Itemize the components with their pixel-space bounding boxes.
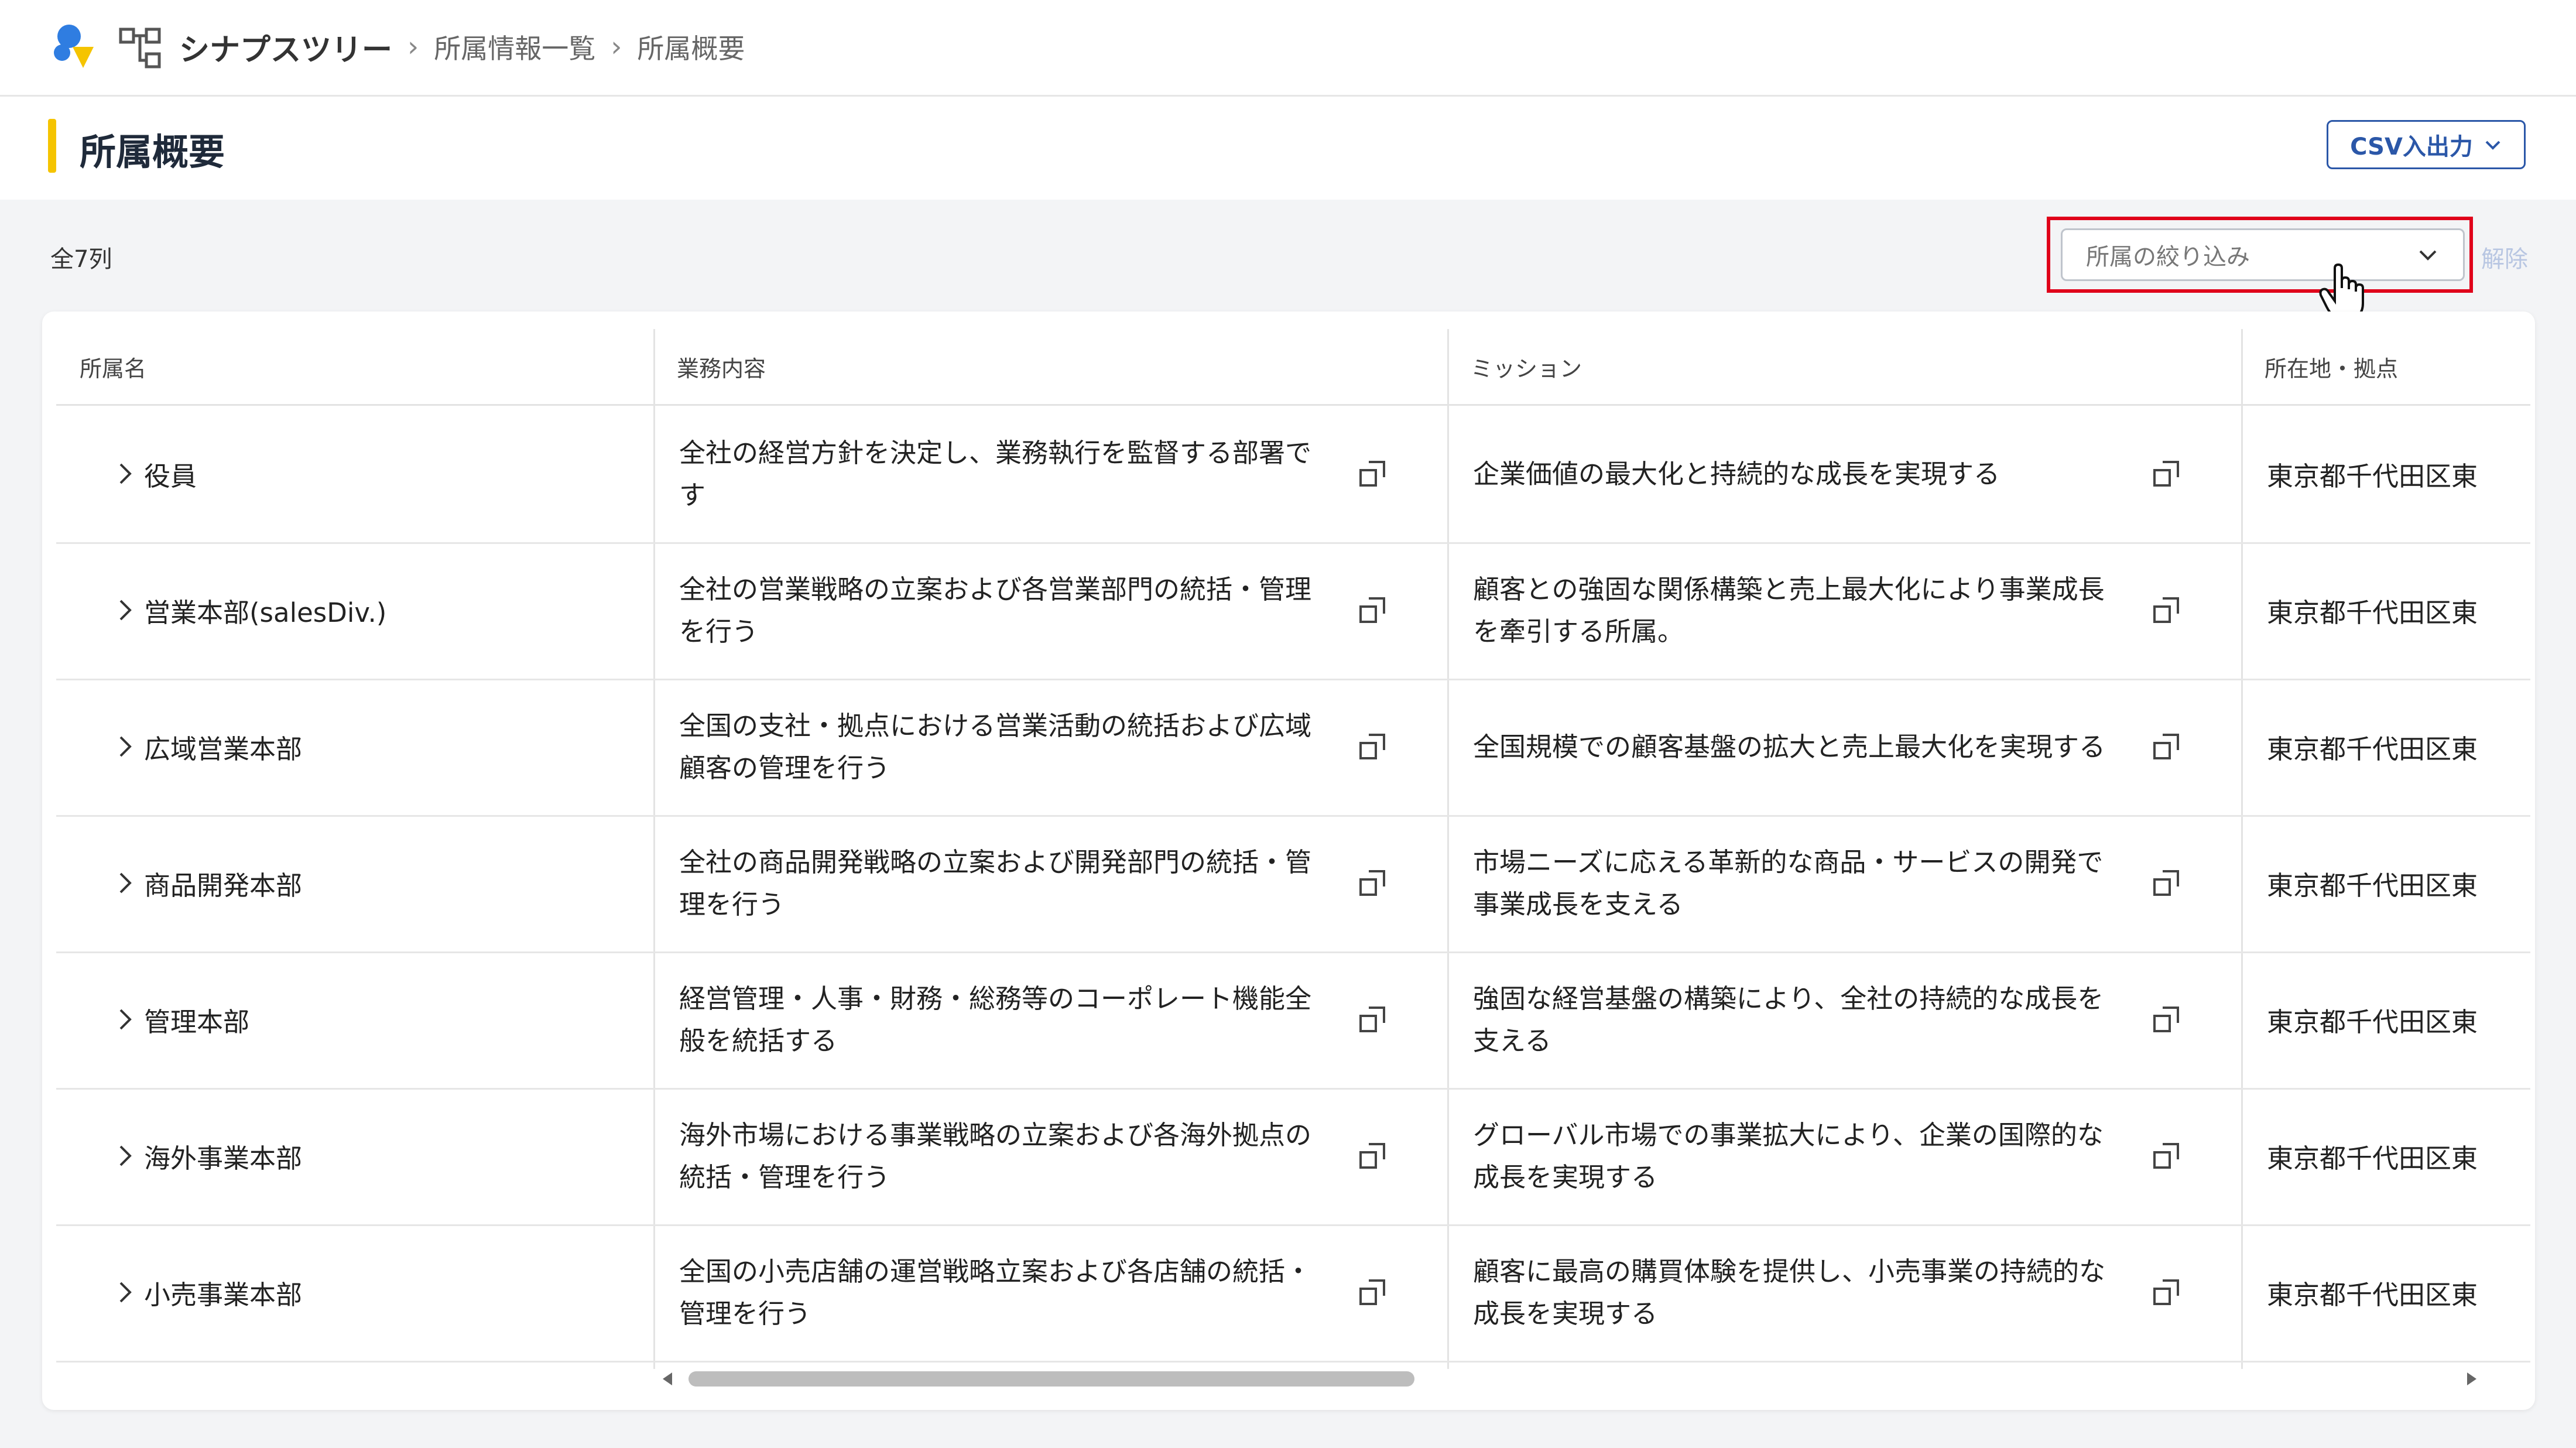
affiliation-table-card: 所属名 業務内容 ミッション 所在地・拠点 役員 全社の経営方針を決定し、業務執… xyxy=(42,311,2535,1410)
horizontal-scrollbar-thumb[interactable] xyxy=(688,1371,1414,1387)
org-tree-icon xyxy=(119,28,161,69)
location-cell: 東京都千代田区東 xyxy=(2267,734,2478,765)
scroll-left-arrow-icon[interactable] xyxy=(659,1370,677,1388)
chevron-right-icon[interactable] xyxy=(115,869,136,897)
open-detail-icon[interactable] xyxy=(1357,595,1388,625)
csv-button-label: CSV入出力 xyxy=(2350,133,2473,160)
location-cell: 東京都千代田区東 xyxy=(2267,1007,2478,1038)
chevron-right-icon[interactable] xyxy=(115,1005,136,1033)
business-cell: 全国の小売店舗の運営戦略立案および各店舗の統括・管理を行う xyxy=(679,1255,1312,1329)
open-detail-icon[interactable] xyxy=(2151,868,2181,898)
mission-cell: 顧客との強固な関係構築と売上最大化により事業成長を牽引する所属。 xyxy=(1473,573,2105,647)
business-cell: 海外市場における事業戦略の立案および各海外拠点の統括・管理を行う xyxy=(679,1119,1312,1193)
open-detail-icon[interactable] xyxy=(2151,595,2181,625)
open-detail-icon[interactable] xyxy=(1357,458,1388,489)
breadcrumb-item-current: 所属概要 xyxy=(637,33,745,64)
title-bar: 所属概要 CSV入出力 xyxy=(0,97,2576,200)
header-business[interactable]: 業務内容 xyxy=(653,329,1447,404)
chevron-down-icon xyxy=(2485,141,2500,150)
table-row[interactable]: 営業本部(salesDiv.) 全社の営業戦略の立案および各営業部門の統括・管理… xyxy=(56,542,2530,680)
open-detail-icon[interactable] xyxy=(1357,731,1388,762)
app-logo-icon[interactable] xyxy=(47,19,103,75)
affiliation-name: 海外事業本部 xyxy=(144,1143,303,1174)
table-row[interactable]: 役員 全社の経営方針を決定し、業務執行を監督する部署です 企業価値の最大化と持続… xyxy=(56,406,2530,544)
location-cell: 東京都千代田区東 xyxy=(2267,1143,2478,1174)
chevron-right-icon[interactable] xyxy=(115,732,136,761)
open-detail-icon[interactable] xyxy=(2151,1277,2181,1307)
scroll-right-arrow-icon[interactable] xyxy=(2462,1370,2480,1388)
chevron-right-icon[interactable] xyxy=(115,1278,136,1306)
chevron-right-icon[interactable] xyxy=(115,1142,136,1170)
name-cell: 管理本部 xyxy=(56,951,653,1088)
affiliation-name: 小売事業本部 xyxy=(144,1279,303,1310)
chevron-right-icon[interactable] xyxy=(115,596,136,624)
affiliation-name: 商品開発本部 xyxy=(144,870,303,901)
vertical-scrollbar[interactable] xyxy=(2533,397,2535,1346)
business-cell: 全社の営業戦略の立案および各営業部門の統括・管理を行う xyxy=(679,573,1312,647)
name-cell: 営業本部(salesDiv.) xyxy=(56,542,653,679)
table-header-row: 所属名 業務内容 ミッション 所在地・拠点 xyxy=(56,329,2530,406)
chevron-down-icon xyxy=(2419,250,2437,261)
breadcrumb-app-name[interactable]: シナプスツリー xyxy=(179,25,392,69)
location-cell: 東京都千代田区東 xyxy=(2267,1279,2478,1310)
mission-cell: グローバル市場での事業拡大により、企業の国際的な成長を実現する xyxy=(1473,1119,2104,1193)
affiliation-name: 広域営業本部 xyxy=(144,734,303,765)
affiliation-name: 営業本部(salesDiv.) xyxy=(144,597,387,628)
name-cell: 広域営業本部 xyxy=(56,679,653,815)
business-cell: 全社の経営方針を決定し、業務執行を監督する部署です xyxy=(679,437,1312,511)
name-cell: 海外事業本部 xyxy=(56,1088,653,1224)
business-cell: 全国の支社・拠点における営業活動の統括および広域顧客の管理を行う xyxy=(679,710,1312,783)
header-location[interactable]: 所在地・拠点 xyxy=(2241,329,2530,404)
top-bar: シナプスツリー › 所属情報一覧 › 所属概要 xyxy=(0,0,2576,97)
location-cell: 東京都千代田区東 xyxy=(2267,597,2478,628)
open-detail-icon[interactable] xyxy=(2151,1004,2181,1035)
header-name[interactable]: 所属名 xyxy=(56,329,653,404)
location-cell: 東京都千代田区東 xyxy=(2267,870,2478,901)
chevron-right-icon: › xyxy=(611,30,622,63)
table-row[interactable]: 商品開発本部 全社の商品開発戦略の立案および開発部門の統括・管理を行う 市場ニー… xyxy=(56,815,2530,953)
mission-cell: 顧客に最高の購買体験を提供し、小売事業の持続的な成長を実現する xyxy=(1473,1255,2106,1329)
open-detail-icon[interactable] xyxy=(1357,1277,1388,1307)
name-cell: 商品開発本部 xyxy=(56,815,653,951)
scroll-down-arrow-icon[interactable] xyxy=(2533,1333,2535,1348)
table-row[interactable]: 海外事業本部 海外市場における事業戦略の立案および各海外拠点の統括・管理を行う … xyxy=(56,1088,2530,1226)
open-detail-icon[interactable] xyxy=(1357,1004,1388,1035)
mission-cell: 企業価値の最大化と持続的な成長を実現する xyxy=(1473,458,2000,489)
affiliation-name: 管理本部 xyxy=(144,1007,250,1038)
open-detail-icon[interactable] xyxy=(1357,868,1388,898)
scroll-up-arrow-icon[interactable] xyxy=(2533,397,2535,412)
location-cell: 東京都千代田区東 xyxy=(2267,461,2478,492)
table-row[interactable]: 広域営業本部 全国の支社・拠点における営業活動の統括および広域顧客の管理を行う … xyxy=(56,679,2530,817)
chevron-right-icon: › xyxy=(407,30,419,63)
mission-cell: 市場ニーズに応える革新的な商品・サービスの開発で事業成長を支える xyxy=(1473,846,2104,920)
breadcrumb: シナプスツリー › 所属情報一覧 › 所属概要 xyxy=(179,26,745,68)
column-count-label: 全7列 xyxy=(50,246,112,273)
clear-filter-link[interactable]: 解除 xyxy=(2481,240,2528,274)
affiliation-name: 役員 xyxy=(144,461,197,492)
filter-placeholder: 所属の絞り込み xyxy=(2086,244,2250,271)
chevron-right-icon[interactable] xyxy=(115,460,136,488)
breadcrumb-item-list[interactable]: 所属情報一覧 xyxy=(434,28,595,66)
business-cell: 経営管理・人事・財務・総務等のコーポレート機能全般を統括する xyxy=(679,983,1312,1056)
affiliation-filter-select[interactable]: 所属の絞り込み xyxy=(2061,228,2465,281)
name-cell: 役員 xyxy=(56,406,653,542)
open-detail-icon[interactable] xyxy=(1357,1141,1388,1171)
open-detail-icon[interactable] xyxy=(2151,458,2181,489)
csv-io-button[interactable]: CSV入出力 xyxy=(2327,120,2526,169)
name-cell: 小売事業本部 xyxy=(56,1224,653,1361)
table-row[interactable]: 管理本部 経営管理・人事・財務・総務等のコーポレート機能全般を統括する 強固な経… xyxy=(56,951,2530,1090)
page-title: 所属概要 xyxy=(80,131,225,173)
open-detail-icon[interactable] xyxy=(2151,731,2181,762)
open-detail-icon[interactable] xyxy=(2151,1141,2181,1171)
header-mission[interactable]: ミッション xyxy=(1447,329,2241,404)
mission-cell: 強固な経営基盤の構築により、全社の持続的な成長を支える xyxy=(1473,983,2104,1056)
table-row[interactable]: 小売事業本部 全国の小売店舗の運営戦略立案および各店舗の統括・管理を行う 顧客に… xyxy=(56,1224,2530,1363)
business-cell: 全社の商品開発戦略の立案および開発部門の統括・管理を行う xyxy=(679,846,1312,920)
title-accent-bar xyxy=(48,119,56,173)
mission-cell: 全国規模での顧客基盤の拡大と売上最大化を実現する xyxy=(1473,731,2106,762)
